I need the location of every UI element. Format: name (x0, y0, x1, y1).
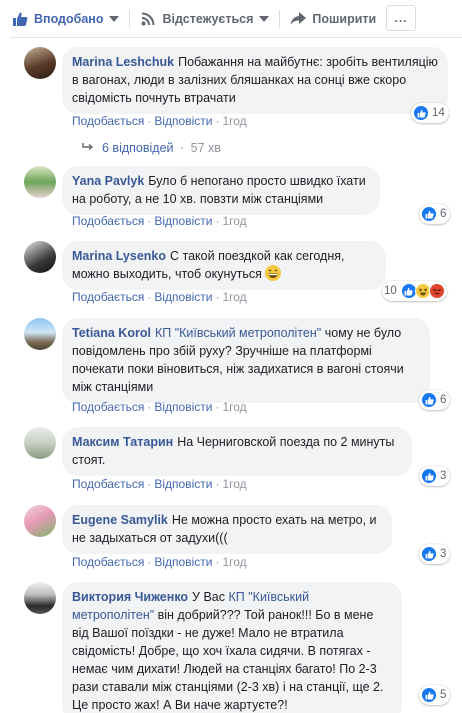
divider (10, 37, 462, 38)
rss-icon (140, 11, 156, 27)
like-reaction-icon (413, 105, 429, 121)
share-arrow-icon (290, 11, 307, 27)
reaction-count: 6 (440, 208, 447, 220)
ellipsis-icon: ... (394, 11, 408, 25)
comment-meta: Подобається · Відповісти · 1год (72, 477, 247, 491)
reaction-count: 3 (440, 548, 447, 560)
comment-meta: Подобається · Відповісти · 1год (72, 290, 247, 304)
reaction-count: 10 (384, 285, 397, 297)
timestamp[interactable]: 1год (222, 290, 246, 304)
share-button[interactable]: Поширити (284, 4, 382, 34)
comment-bubble: Marina Lysenko С такой поездкой как сегод… (62, 241, 386, 290)
comment-bubble: Yana Pavlyk Було б непогано просто швидко… (62, 166, 380, 215)
divider (129, 9, 131, 28)
divider (279, 9, 281, 28)
chevron-down-icon[interactable] (109, 15, 120, 22)
comment-meta: Подобається · Відповісти · 1год (72, 400, 247, 414)
like-link[interactable]: Подобається (72, 400, 144, 414)
reply-link[interactable]: Відповісти (154, 114, 212, 128)
reaction-summary[interactable]: 6 (419, 204, 451, 224)
reaction-count: 6 (440, 394, 447, 406)
avatar[interactable] (24, 582, 56, 614)
thumbs-up-icon (12, 11, 28, 27)
reaction-summary[interactable]: 3 (419, 466, 451, 486)
comment-bubble: Marina Leshchuk Побажання на майбутнє: зр… (62, 47, 448, 114)
comment-author[interactable]: Tetiana Korol (72, 326, 151, 340)
comment-bubble: Eugene Samylik Не можна просто ехать на м… (62, 505, 392, 554)
comment-author[interactable]: Yana Pavlyk (72, 174, 144, 188)
comment-bubble: Tetiana Korol КП "Київський метрополітен"… (62, 318, 430, 403)
post-action-bar: Вподобано Відстежується Поширити ... (0, 0, 462, 37)
comment-meta: Подобається · Відповісти · 1год (72, 114, 247, 128)
comment-author[interactable]: Виктория Чиженко (72, 590, 188, 604)
reaction-count: 14 (432, 107, 445, 119)
grinning-emoji-icon (265, 265, 282, 281)
follow-button[interactable]: Відстежується (134, 4, 275, 34)
comment-meta: Подобається · Відповісти · 1год (72, 555, 247, 569)
comment-text: він добрий??? Той ранок!!! Бо в мене від… (72, 608, 384, 712)
view-replies-link[interactable]: 6 відповідей · 57 хв (82, 141, 221, 155)
reply-link[interactable]: Відповісти (154, 214, 212, 228)
reaction-count: 3 (440, 470, 447, 482)
avatar[interactable] (24, 427, 56, 459)
like-button[interactable]: Вподобано (6, 4, 125, 34)
page-tag-link[interactable]: КП "Київський метрополітен" (155, 326, 321, 340)
like-reaction-icon (421, 687, 437, 703)
reaction-count: 5 (440, 689, 447, 701)
reply-link[interactable]: Відповісти (154, 400, 212, 414)
reaction-summary[interactable]: 5 (419, 685, 451, 705)
avatar[interactable] (24, 505, 56, 537)
avatar[interactable] (24, 166, 56, 198)
like-reaction-icon (421, 468, 437, 484)
comment-author[interactable]: Максим Татарин (72, 435, 173, 449)
replies-time: 57 хв (190, 141, 221, 155)
avatar[interactable] (24, 47, 56, 79)
comment-prefix: У Вас (192, 590, 225, 604)
timestamp[interactable]: 1год (222, 477, 246, 491)
reply-link[interactable]: Відповісти (154, 290, 212, 304)
like-link[interactable]: Подобається (72, 290, 144, 304)
reaction-summary[interactable]: 6 (419, 390, 451, 410)
timestamp[interactable]: 1год (222, 400, 246, 414)
comment-author[interactable]: Eugene Samylik (72, 513, 168, 527)
comment-bubble: Максим Татарин На Черниговской поезда по … (62, 427, 412, 476)
reply-link[interactable]: Відповісти (154, 477, 212, 491)
timestamp[interactable]: 1год (222, 114, 246, 128)
more-options-button[interactable]: ... (386, 5, 416, 31)
like-link[interactable]: Подобається (72, 114, 144, 128)
reaction-summary[interactable]: 14 (411, 103, 449, 123)
like-reaction-icon (421, 392, 437, 408)
comment-bubble: Виктория Чиженко У Вас КП "Київський метр… (62, 582, 402, 713)
comment-author[interactable]: Marina Leshchuk (72, 55, 174, 69)
replies-count[interactable]: 6 відповідей (102, 141, 174, 155)
chevron-down-icon[interactable] (259, 15, 270, 22)
avatar[interactable] (24, 241, 56, 273)
angry-reaction-icon (428, 283, 445, 299)
reaction-summary[interactable]: 10 (382, 281, 447, 301)
reply-arrow-icon (82, 141, 94, 155)
like-button-label: Вподобано (34, 11, 104, 26)
comment-meta: Подобається · Відповісти · 1год (72, 214, 247, 228)
like-reaction-icon (421, 206, 437, 222)
reply-link[interactable]: Відповісти (154, 555, 212, 569)
reaction-summary[interactable]: 3 (419, 544, 451, 564)
like-link[interactable]: Подобається (72, 477, 144, 491)
share-button-label: Поширити (312, 11, 377, 26)
like-link[interactable]: Подобається (72, 555, 144, 569)
avatar[interactable] (24, 318, 56, 350)
timestamp[interactable]: 1год (222, 214, 246, 228)
timestamp[interactable]: 1год (222, 555, 246, 569)
follow-button-label: Відстежується (162, 11, 254, 26)
like-reaction-icon (421, 546, 437, 562)
comment-author[interactable]: Marina Lysenko (72, 249, 166, 263)
like-link[interactable]: Подобається (72, 214, 144, 228)
